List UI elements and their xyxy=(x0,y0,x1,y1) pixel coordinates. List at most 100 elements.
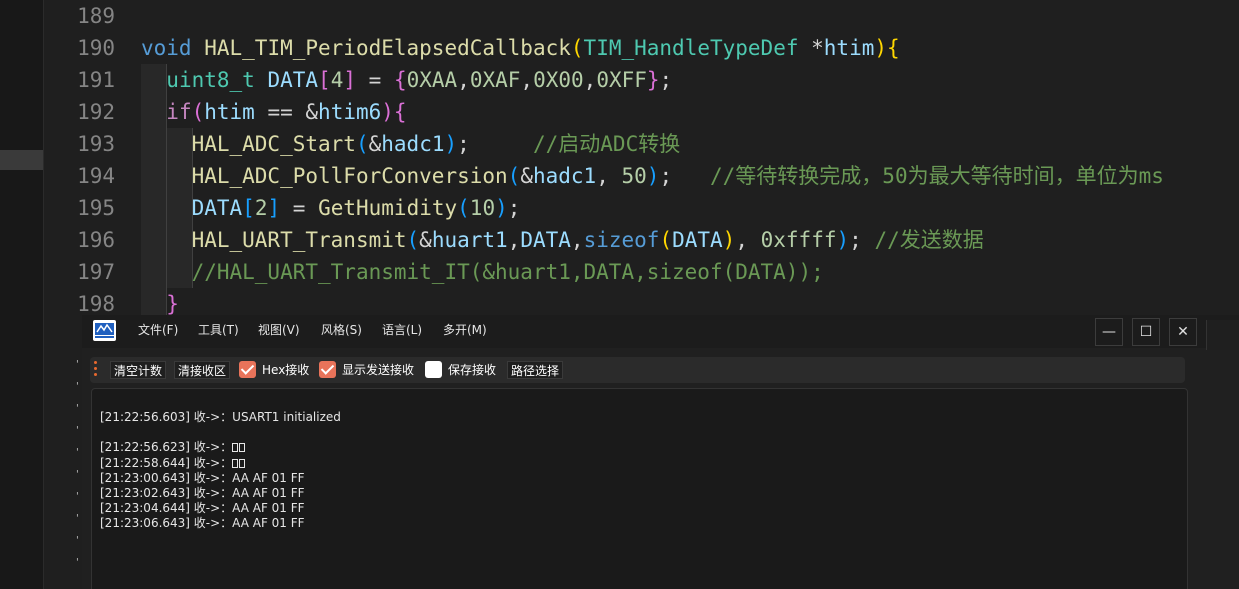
menu-view[interactable]: 视图(V) xyxy=(256,315,302,348)
line-number: 189 xyxy=(77,4,115,28)
code-token: & xyxy=(419,228,432,252)
code-token: ) xyxy=(874,36,888,60)
code-token: { xyxy=(393,100,407,124)
code-token: & xyxy=(520,164,533,188)
code-token: ( xyxy=(570,36,584,60)
code-token: 4 xyxy=(330,68,344,92)
save-recv-label: 保存接收 xyxy=(448,363,497,377)
recv-line-text: [21:23:06.643] 收->：AA AF 01 FF xyxy=(100,516,305,531)
close-button[interactable]: ✕ xyxy=(1169,318,1197,346)
code-line[interactable]: 191 uint8_t DATA[4] = {0XAA,0XAF,0X00,0X… xyxy=(43,64,1239,96)
code-token: ) xyxy=(444,132,458,156)
serial-tool-window[interactable]: 文件(F) 工具(T) 视图(V) 风格(S) 语言(L) 多开(M) — ☐ … xyxy=(82,315,1239,589)
hex-recv-checkbox[interactable] xyxy=(239,361,256,378)
code-text: //HAL_UART_Transmit_IT(&huart1,DATA,size… xyxy=(141,256,824,288)
toolbar-grip-icon[interactable] xyxy=(94,361,98,379)
code-token: ) xyxy=(495,196,508,220)
code-token: //发送数据 xyxy=(874,228,984,252)
code-line[interactable]: 189 xyxy=(43,0,1239,32)
clear-recv-button[interactable]: 清接收区 xyxy=(174,361,231,379)
code-token: 0X00 xyxy=(533,68,584,92)
code-token: ) xyxy=(836,228,850,252)
code-token: == & xyxy=(254,100,319,124)
code-token: 10 xyxy=(469,196,496,220)
menu-language[interactable]: 语言(L) xyxy=(380,315,424,348)
close-icon: ✕ xyxy=(1177,324,1189,340)
recv-line-text: [21:22:56.603] 收->：USART1 initialized xyxy=(100,410,341,424)
code-token: ] xyxy=(267,196,281,220)
code-token: } xyxy=(646,68,660,92)
line-number: 191 xyxy=(77,68,115,92)
show-send-checkbox[interactable] xyxy=(319,361,336,378)
code-token: ( xyxy=(406,228,420,252)
receive-area[interactable]: [21:22:56.603] 收->：USART1 initialized [21… xyxy=(91,388,1188,589)
recv-line-text: [21:23:00.643] 收->：AA AF 01 FF xyxy=(100,470,305,485)
code-token: = xyxy=(356,68,394,92)
menu-multi-open[interactable]: 多开(M) xyxy=(441,315,489,348)
save-recv-checkbox[interactable] xyxy=(425,361,442,378)
code-token: htim xyxy=(204,100,255,124)
code-token: //等待转换完成，50为最大等待时间，单位为ms xyxy=(710,164,1164,188)
code-line[interactable]: 190 void HAL_TIM_PeriodElapsedCallback(TI… xyxy=(43,32,1239,64)
code-token: ; xyxy=(849,228,875,252)
code-line[interactable]: 197 //HAL_UART_Transmit_IT(&huart1,DATA,… xyxy=(43,256,1239,288)
recv-line-text: [21:23:02.643] 收->：AA AF 01 FF xyxy=(100,486,305,500)
code-token: htim6 xyxy=(318,100,382,124)
show-send-label: 显示发送接收 xyxy=(342,363,415,377)
title-bar[interactable]: 文件(F) 工具(T) 视图(V) 风格(S) 语言(L) 多开(M) — ☐ … xyxy=(82,315,1239,348)
code-line[interactable]: 193 HAL_ADC_Start(&hadc1); //启动ADC转换 xyxy=(43,128,1239,160)
maximize-button[interactable]: ☐ xyxy=(1132,318,1160,346)
code-token: , xyxy=(570,228,584,252)
code-token: & xyxy=(368,132,382,156)
code-line[interactable]: 195 DATA[2] = GetHumidity(10); xyxy=(43,192,1239,224)
maximize-icon: ☐ xyxy=(1139,324,1153,340)
recv-line: [21:23:04.644] 收->：AA AF 01 FF xyxy=(100,501,305,516)
garbled-char-icon xyxy=(239,458,246,468)
code-token: [ xyxy=(242,196,255,220)
app-logo-icon xyxy=(93,320,116,341)
recv-line-text: [21:22:58.644] 收->： xyxy=(100,455,233,470)
code-token: ( xyxy=(191,100,205,124)
code-text: if(htim == &htim6){ xyxy=(141,96,407,128)
menu-file[interactable]: 文件(F) xyxy=(136,315,180,348)
code-token: GetHumidity xyxy=(318,196,458,220)
code-line[interactable]: 192 if(htim == &htim6){ xyxy=(43,96,1239,128)
code-line[interactable]: 196 HAL_UART_Transmit(&huart1,DATA,sizeo… xyxy=(43,224,1239,256)
code-text: HAL_ADC_Start(&hadc1); //启动ADC转换 xyxy=(141,128,681,160)
line-number: 192 xyxy=(77,100,115,124)
code-token: TIM_HandleTypeDef xyxy=(583,36,799,60)
code-token: { xyxy=(393,68,407,92)
line-number: 197 xyxy=(77,260,115,284)
code-line[interactable]: 194 HAL_ADC_PollForConversion(&hadc1, 50… xyxy=(43,160,1239,192)
code-token: , xyxy=(457,68,470,92)
code-token: , xyxy=(520,68,534,92)
code-text: uint8_t DATA[4] = {0XAA,0XAF,0X00,0XFF}; xyxy=(141,64,672,96)
line-number: 196 xyxy=(77,228,115,252)
code-token: hadc1 xyxy=(532,164,597,188)
code-token: DATA xyxy=(672,228,723,252)
code-token: , xyxy=(583,68,597,92)
menu-style[interactable]: 风格(S) xyxy=(319,315,364,348)
code-token: ) xyxy=(722,228,736,252)
code-token: { xyxy=(887,36,900,60)
activity-strip xyxy=(0,0,44,589)
minimize-button[interactable]: — xyxy=(1095,318,1123,346)
code-token: [ xyxy=(318,68,331,92)
menu-tools[interactable]: 工具(T) xyxy=(196,315,241,348)
code-token: ; xyxy=(659,68,673,92)
recv-line-text: [21:23:04.644] 收->：AA AF 01 FF xyxy=(100,501,305,516)
clear-count-button[interactable]: 清空计数 xyxy=(110,361,167,379)
code-token: ; xyxy=(457,132,533,156)
code-token: hadc1 xyxy=(381,132,445,156)
garbled-char-icon xyxy=(239,443,246,453)
screen: 189 190 void HAL_TIM_PeriodElapsedCallback… xyxy=(0,0,1239,589)
path-select-button[interactable]: 路径选择 xyxy=(507,361,564,379)
recv-line: [21:23:02.643] 收->：AA AF 01 FF xyxy=(100,486,305,501)
